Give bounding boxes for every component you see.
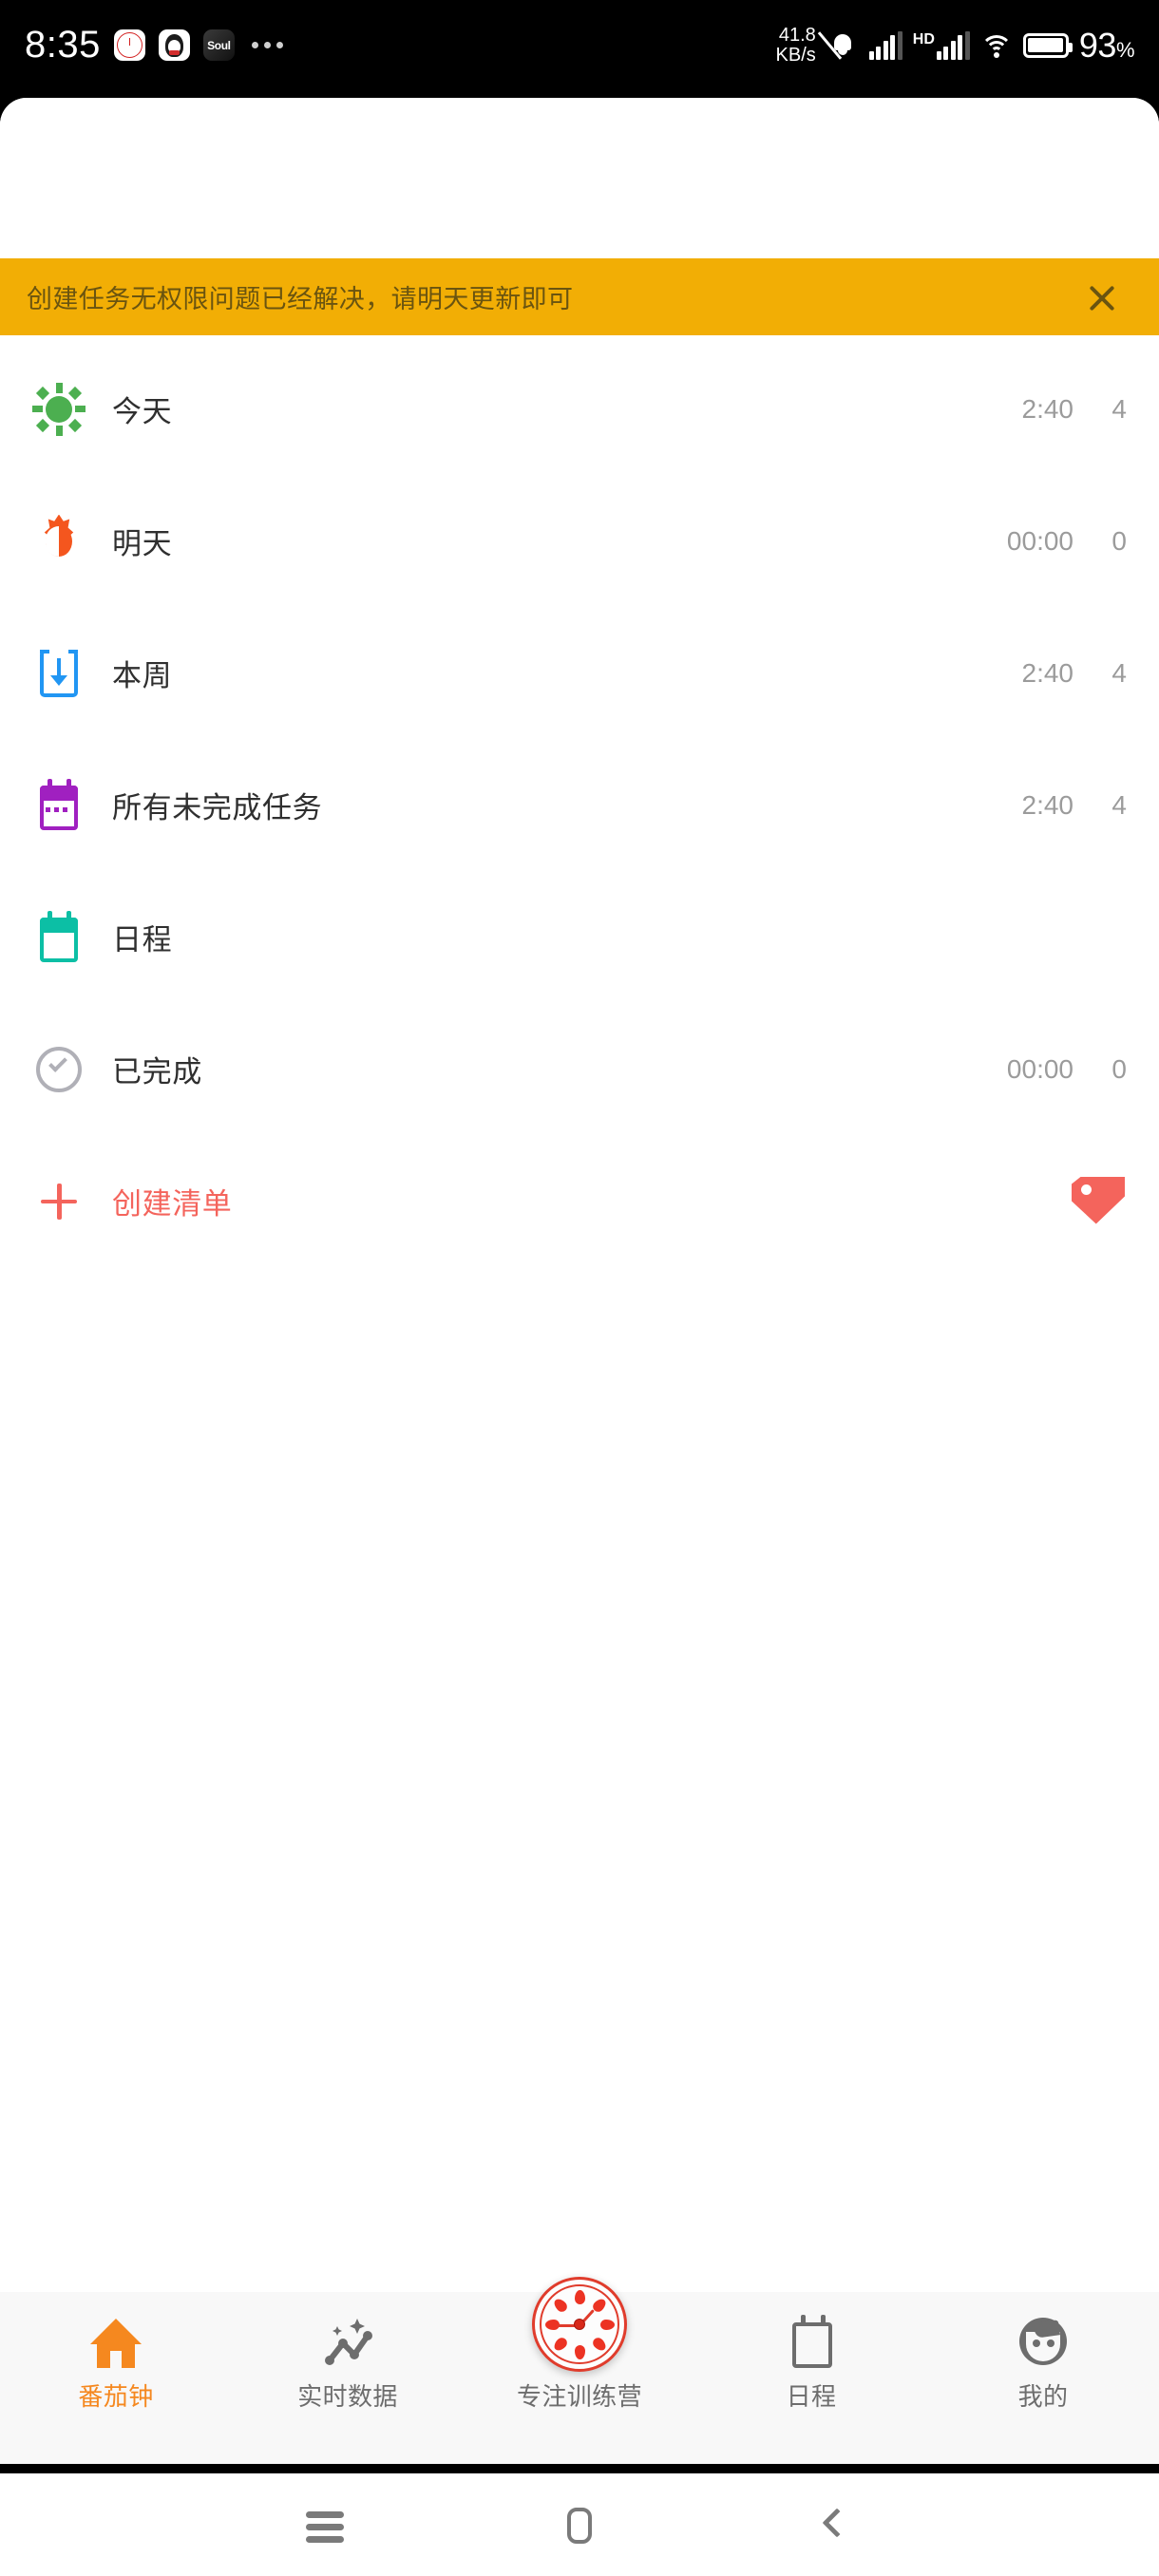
list-item-label: 明天 — [112, 527, 173, 560]
phone-screen: 8:35 Soul 41.8 KB/s HD 93% 创建任务无权限问题已经解决… — [0, 0, 1159, 2576]
list-item-time: 2:40 — [1021, 657, 1074, 688]
list-item-count: 0 — [1112, 525, 1127, 556]
tab-label: 日程 — [786, 2382, 837, 2411]
smart-list: 今天 2:40 4 明天 00:00 0 本周 2:40 4 所有未完成任务 2… — [0, 335, 1159, 1267]
status-bar-right: 41.8 KB/s HD 93% — [776, 25, 1135, 66]
check-circle-icon — [32, 1043, 86, 1096]
list-item-all-incomplete[interactable]: 所有未完成任务 2:40 4 — [0, 739, 1159, 871]
list-item-count: 4 — [1112, 657, 1127, 688]
network-speed-value: 41.8 — [778, 25, 816, 47]
battery-percent: 93% — [1078, 25, 1135, 65]
app-window: 创建任务无权限问题已经解决，请明天更新即可 今天 2:40 4 明天 00:00… — [0, 98, 1159, 2464]
tomato-clock-app-icon — [113, 29, 145, 61]
list-item-schedule[interactable]: 日程 — [0, 871, 1159, 1003]
list-item-count: 4 — [1112, 789, 1127, 820]
tab-label: 番茄钟 — [78, 2382, 154, 2411]
tab-pomodoro[interactable]: 番茄钟 — [0, 2292, 232, 2413]
list-item-today[interactable]: 今天 2:40 4 — [0, 343, 1159, 475]
list-item-tomorrow[interactable]: 明天 00:00 0 — [0, 475, 1159, 607]
soul-app-icon: Soul — [202, 29, 235, 61]
list-item-this-week[interactable]: 本周 2:40 4 — [0, 607, 1159, 739]
list-item-label: 今天 — [112, 395, 173, 428]
calendar-icon — [785, 2313, 838, 2372]
signal-bars-icon — [868, 30, 902, 60]
list-item-time: 2:40 — [1021, 393, 1074, 424]
plus-icon — [32, 1175, 86, 1228]
tab-label: 我的 — [1017, 2382, 1069, 2411]
tab-profile[interactable]: 我的 — [927, 2292, 1159, 2413]
bell-muted-icon — [817, 29, 859, 62]
notice-banner-text: 创建任务无权限问题已经解决，请明天更新即可 — [27, 285, 574, 313]
signal-bars-hd-icon: HD — [912, 30, 970, 60]
create-list-label: 创建清单 — [112, 1187, 233, 1221]
network-speed: 41.8 KB/s — [776, 26, 816, 65]
tag-icon[interactable] — [1072, 1176, 1127, 1226]
create-list-row[interactable]: 创建清单 — [0, 1135, 1159, 1267]
recents-icon[interactable] — [289, 2489, 361, 2561]
soul-app-label: Soul — [207, 38, 231, 52]
notice-banner[interactable]: 创建任务无权限问题已经解决，请明天更新即可 — [0, 258, 1159, 335]
list-item-time: 00:00 — [1006, 525, 1074, 556]
app-header-space — [0, 98, 1159, 258]
list-item-time: 2:40 — [1021, 789, 1074, 820]
inbox-download-icon — [32, 647, 86, 700]
status-bar-clock: 8:35 — [25, 24, 101, 66]
hd-label: HD — [912, 30, 935, 47]
status-bar-left: 8:35 Soul — [25, 24, 283, 66]
close-icon[interactable] — [1077, 273, 1127, 322]
list-item-time: 00:00 — [1006, 1053, 1074, 1084]
home-icon — [86, 2313, 145, 2372]
tab-focus-camp[interactable]: 专注训练营 — [464, 2277, 695, 2413]
chart-line-icon — [318, 2313, 377, 2372]
qq-app-icon — [158, 29, 190, 61]
sun-icon — [32, 382, 86, 436]
tab-realtime-data[interactable]: 实时数据 — [232, 2292, 464, 2413]
android-navigation-bar — [0, 2473, 1159, 2576]
network-speed-unit: KB/s — [775, 44, 816, 66]
calendar-icon — [32, 910, 86, 964]
tab-label: 实时数据 — [297, 2382, 398, 2411]
tomato-clock-icon — [532, 2277, 627, 2372]
half-sun-icon — [32, 514, 86, 568]
list-item-count: 0 — [1112, 1053, 1127, 1084]
status-bar: 8:35 Soul 41.8 KB/s HD 93% — [0, 0, 1159, 98]
calendar-icon — [32, 778, 86, 832]
list-item-label: 本周 — [112, 659, 173, 692]
battery-icon — [1022, 32, 1073, 58]
list-item-label: 所有未完成任务 — [112, 791, 323, 824]
back-chevron-icon[interactable] — [798, 2489, 870, 2561]
list-item-count: 4 — [1112, 393, 1127, 424]
list-item-completed[interactable]: 已完成 00:00 0 — [0, 1003, 1159, 1135]
notification-overflow-icon — [251, 42, 283, 48]
tab-label: 专注训练营 — [516, 2382, 642, 2411]
user-face-icon — [1014, 2313, 1073, 2372]
list-item-label: 日程 — [112, 923, 173, 957]
list-item-label: 已完成 — [112, 1055, 202, 1089]
home-square-icon[interactable] — [543, 2489, 616, 2561]
bottom-tab-bar: 番茄钟 实时数据 专注训练营 日程 我的 — [0, 2277, 1159, 2464]
tab-schedule[interactable]: 日程 — [695, 2292, 927, 2413]
wifi-icon — [979, 32, 1013, 59]
